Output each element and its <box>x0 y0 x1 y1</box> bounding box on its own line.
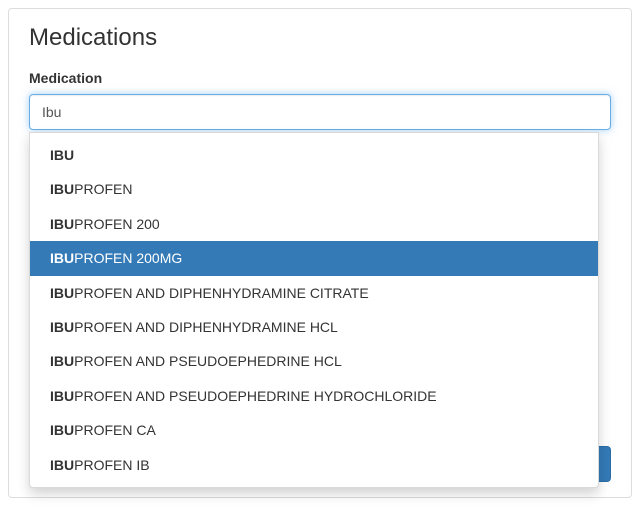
autocomplete-option[interactable]: IBUPROFEN AND DIPHENHYDRAMINE HCL <box>30 310 598 344</box>
rest-text: PROFEN AND PSEUDOEPHEDRINE HYDROCHLORIDE <box>74 388 437 404</box>
match-text: IBU <box>50 285 74 301</box>
match-text: IBU <box>50 388 74 404</box>
rest-text: PROFEN IB <box>74 457 149 473</box>
autocomplete-option[interactable]: IBUPROFEN AND PSEUDOEPHEDRINE HYDROCHLOR… <box>30 379 598 413</box>
autocomplete-option[interactable]: IBUPROFEN 200MG <box>30 241 598 275</box>
match-text: IBU <box>50 353 74 369</box>
match-text: IBU <box>50 422 74 438</box>
autocomplete-option[interactable]: IBUPROFEN <box>30 172 598 206</box>
rest-text: PROFEN 200 <box>74 216 160 232</box>
medication-label: Medication <box>29 70 611 86</box>
autocomplete-option[interactable]: IBU <box>30 138 598 172</box>
autocomplete-option[interactable]: IBUPROFEN AND PSEUDOEPHEDRINE HCL <box>30 344 598 378</box>
rest-text: PROFEN AND DIPHENHYDRAMINE HCL <box>74 319 338 335</box>
autocomplete-option[interactable]: IBUPROFEN AND DIPHENHYDRAMINE CITRATE <box>30 276 598 310</box>
medication-input-wrap: IBUIBUPROFENIBUPROFEN 200IBUPROFEN 200MG… <box>29 94 611 130</box>
rest-text: PROFEN CA <box>74 422 156 438</box>
rest-text: PROFEN 200MG <box>74 250 182 266</box>
medications-panel: Medications Medication IBUIBUPROFENIBUPR… <box>8 8 632 498</box>
rest-text: PROFEN <box>74 181 132 197</box>
rest-text: PROFEN AND DIPHENHYDRAMINE CITRATE <box>74 285 369 301</box>
match-text: IBU <box>50 147 74 163</box>
rest-text: PROFEN AND PSEUDOEPHEDRINE HCL <box>74 353 342 369</box>
medication-input[interactable] <box>29 94 611 130</box>
match-text: IBU <box>50 216 74 232</box>
autocomplete-option[interactable]: IBUPROFEN IB <box>30 448 598 482</box>
match-text: IBU <box>50 250 74 266</box>
match-text: IBU <box>50 319 74 335</box>
match-text: IBU <box>50 181 74 197</box>
panel-title: Medications <box>29 24 611 52</box>
autocomplete-option[interactable]: IBUPROFEN 200 <box>30 207 598 241</box>
autocomplete-option[interactable]: IBUPROFEN CA <box>30 413 598 447</box>
autocomplete-dropdown: IBUIBUPROFENIBUPROFEN 200IBUPROFEN 200MG… <box>29 132 599 488</box>
match-text: IBU <box>50 457 74 473</box>
